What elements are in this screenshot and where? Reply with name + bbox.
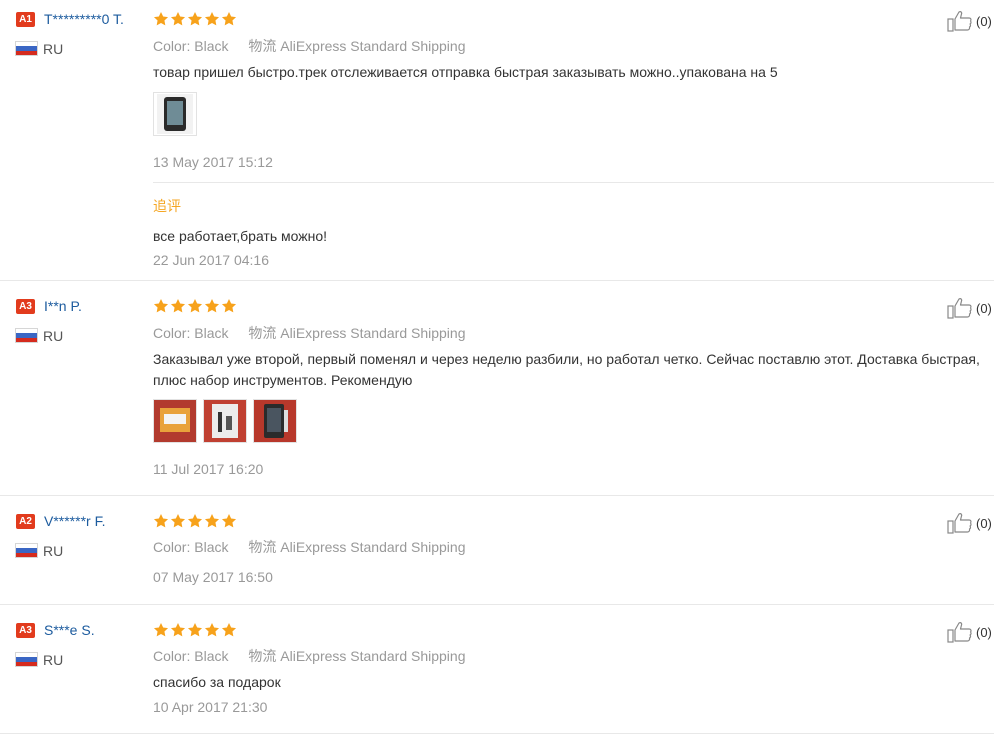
shipping-key: 物流 [248, 38, 277, 54]
package-photo [154, 400, 196, 442]
helpful-button[interactable]: (0) [947, 621, 992, 643]
screen-assembly-photo [254, 400, 296, 442]
color-key: Color: [153, 38, 191, 54]
color-value: Black [194, 539, 229, 555]
followup-divider [153, 182, 994, 183]
shipping-value: AliExpress Standard Shipping [280, 648, 466, 664]
review-date: 13 May 2017 15:12 [153, 154, 273, 170]
order-info: Color: Black 物流 AliExpress Standard Ship… [153, 323, 466, 343]
russia-flag-icon [16, 42, 37, 55]
review-photo-thumbnail[interactable] [153, 399, 197, 443]
order-info: Color: Black 物流 AliExpress Standard Ship… [153, 537, 466, 557]
russia-flag-icon [16, 329, 37, 342]
review-photos [153, 399, 297, 443]
review-photos [153, 92, 197, 136]
rating-stars [153, 298, 237, 314]
star-icon [221, 513, 237, 528]
thumbs-up-icon [947, 622, 972, 643]
review-divider [0, 604, 994, 605]
star-icon [221, 11, 237, 26]
helpful-button[interactable]: (0) [947, 297, 992, 319]
phone-screen-photo [157, 94, 193, 134]
helpful-count: (0) [976, 300, 992, 316]
review-text: спасибо за подарок [153, 674, 281, 690]
color-value: Black [194, 648, 229, 664]
thumbs-up-icon [947, 11, 972, 32]
buyer-country: RU [43, 543, 64, 559]
buyer-country: RU [43, 41, 64, 57]
shipping-value: AliExpress Standard Shipping [280, 38, 466, 54]
star-icon [204, 11, 220, 26]
followup-date: 22 Jun 2017 04:16 [153, 252, 269, 268]
star-icon [170, 513, 186, 528]
star-icon [153, 513, 169, 528]
review-text: товар пришел быстро.трек отслеживается о… [153, 64, 778, 80]
buyer-country: RU [43, 328, 64, 344]
star-icon [221, 622, 237, 637]
review-photo-thumbnail[interactable] [153, 92, 197, 136]
helpful-button[interactable]: (0) [947, 10, 992, 32]
star-icon [153, 622, 169, 637]
shipping-value: AliExpress Standard Shipping [280, 539, 466, 555]
buyer-name[interactable]: T*********0 T. [44, 11, 124, 27]
review-date: 11 Jul 2017 16:20 [153, 461, 264, 477]
star-icon [170, 298, 186, 313]
star-icon [204, 298, 220, 313]
rating-stars [153, 513, 237, 529]
shipping-key: 物流 [248, 539, 277, 555]
star-icon [221, 298, 237, 313]
buyer-name[interactable]: S***e S. [44, 622, 95, 638]
buyer-level-badge: A1 [16, 12, 35, 27]
star-icon [153, 11, 169, 26]
review-date: 07 May 2017 16:50 [153, 569, 273, 585]
star-icon [187, 513, 203, 528]
review-photo-thumbnail[interactable] [253, 399, 297, 443]
review-date: 10 Apr 2017 21:30 [153, 699, 268, 715]
star-icon [170, 11, 186, 26]
star-icon [187, 298, 203, 313]
buyer-level-badge: A3 [16, 299, 35, 314]
star-icon [170, 622, 186, 637]
thumbs-up-icon [947, 513, 972, 534]
rating-stars [153, 11, 237, 27]
review-photo-thumbnail[interactable] [203, 399, 247, 443]
russia-flag-icon [16, 544, 37, 557]
helpful-count: (0) [976, 624, 992, 640]
shipping-key: 物流 [248, 325, 277, 341]
star-icon [204, 513, 220, 528]
star-icon [153, 298, 169, 313]
review-divider [0, 733, 994, 734]
shipping-value: AliExpress Standard Shipping [280, 325, 466, 341]
star-icon [187, 11, 203, 26]
helpful-count: (0) [976, 515, 992, 531]
buyer-name[interactable]: I**n P. [44, 298, 82, 314]
star-icon [187, 622, 203, 637]
helpful-button[interactable]: (0) [947, 512, 992, 534]
color-value: Black [194, 38, 229, 54]
thumbs-up-icon [947, 298, 972, 319]
color-key: Color: [153, 539, 191, 555]
review-divider [0, 495, 994, 496]
buyer-name[interactable]: V******r F. [44, 513, 105, 529]
color-key: Color: [153, 648, 191, 664]
buyer-country: RU [43, 652, 64, 668]
order-info: Color: Black 物流 AliExpress Standard Ship… [153, 36, 466, 56]
followup-text: все работает,брать можно! [153, 228, 328, 244]
buyer-level-badge: A2 [16, 514, 35, 529]
color-key: Color: [153, 325, 191, 341]
order-info: Color: Black 物流 AliExpress Standard Ship… [153, 646, 466, 666]
review-divider [0, 280, 994, 281]
review-text: Заказывал уже второй, первый поменял и ч… [153, 351, 980, 388]
helpful-count: (0) [976, 13, 992, 29]
followup-label: 追评 [153, 198, 181, 214]
star-icon [204, 622, 220, 637]
tool-kit-photo [204, 400, 246, 442]
russia-flag-icon [16, 653, 37, 666]
color-value: Black [194, 325, 229, 341]
buyer-level-badge: A3 [16, 623, 35, 638]
rating-stars [153, 622, 237, 638]
shipping-key: 物流 [248, 648, 277, 664]
